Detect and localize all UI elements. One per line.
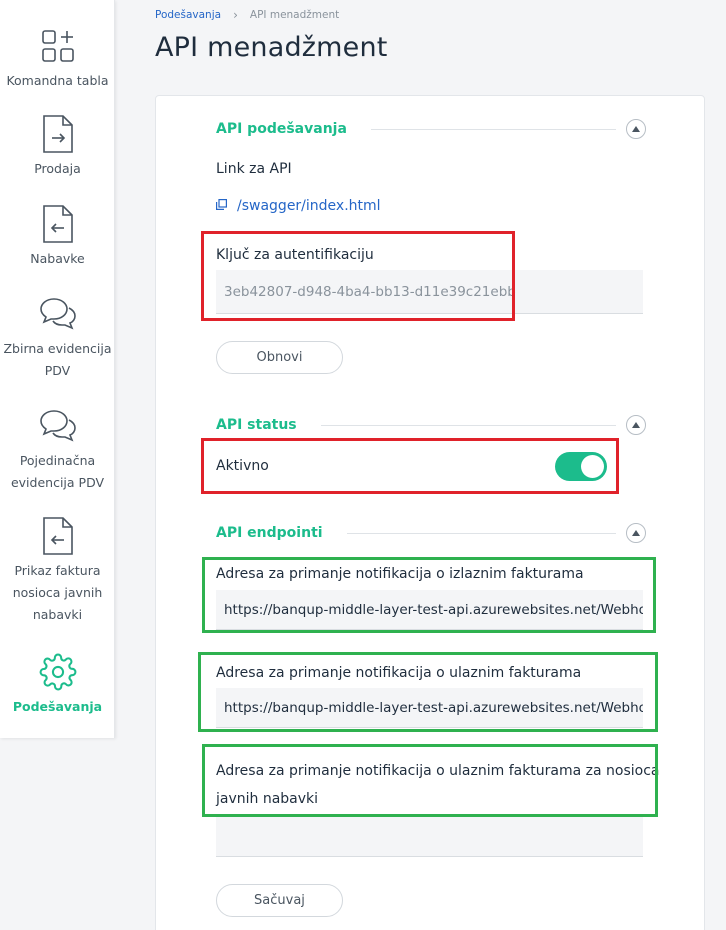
section-api-endpoints: API endpointi: [216, 523, 646, 543]
page-title: API menadžment: [155, 32, 388, 63]
sidebar-item-summary-vat[interactable]: Zbirna evidencija PDV: [0, 294, 115, 382]
collapse-button[interactable]: [626, 523, 646, 543]
divider: [320, 424, 616, 426]
divider: [370, 128, 616, 130]
sidebar-item-purchases[interactable]: Nabavke: [0, 204, 115, 270]
outgoing-invoices-url-field[interactable]: https://banqup-middle-layer-test-api.azu…: [216, 590, 643, 630]
api-link-label: Link za API: [216, 161, 292, 177]
incoming-invoices-url-field[interactable]: https://banqup-middle-layer-test-api.azu…: [216, 688, 643, 728]
collapse-button[interactable]: [626, 119, 646, 139]
breadcrumb-current: API menadžment: [249, 9, 340, 21]
renew-key-button[interactable]: Obnovi: [216, 341, 343, 374]
sidebar-item-label: Prikaz faktura nosioca javnih nabavki: [12, 563, 103, 622]
breadcrumb: Podešavanja › API menadžment: [155, 8, 339, 22]
chevron-up-icon: [632, 422, 640, 428]
save-button[interactable]: Sačuvaj: [216, 884, 343, 917]
toggle-knob: [581, 455, 604, 478]
document-arrow-right-icon: [38, 114, 78, 154]
sidebar-item-sales[interactable]: Prodaja: [0, 114, 115, 180]
sidebar-item-label: Komandna tabla: [6, 73, 109, 88]
sidebar-item-individual-vat[interactable]: Pojedinačna evidencija PDV: [0, 406, 115, 494]
collapse-button[interactable]: [626, 415, 646, 435]
sidebar-item-dashboard[interactable]: Komandna tabla: [0, 26, 115, 92]
divider: [346, 532, 616, 534]
auth-key-label: Ključ za autentifikaciju: [216, 247, 374, 263]
chat-bubbles-icon: [38, 294, 78, 334]
public-procurement-label-line1: Adresa za primanje notifikacija o ulazni…: [216, 763, 660, 779]
outgoing-invoices-label: Adresa za primanje notifikacija o izlazn…: [216, 566, 584, 582]
api-link[interactable]: /swagger/index.html: [237, 198, 381, 214]
section-title: API status: [216, 417, 297, 433]
public-procurement-label-line2: javnih nabavki: [216, 791, 319, 807]
auth-key-field[interactable]: 3eb42807-d948-4ba4-bb13-d11e39c21ebb: [216, 270, 643, 314]
api-link-row: /swagger/index.html: [216, 198, 381, 214]
sidebar-item-label: Zbirna evidencija PDV: [3, 341, 112, 378]
section-api-settings: API podešavanja: [216, 119, 646, 139]
sidebar-item-label: Prodaja: [34, 161, 81, 176]
document-arrow-left-icon: [38, 516, 78, 556]
api-active-toggle[interactable]: [555, 452, 607, 481]
sidebar-item-label: Nabavke: [30, 251, 85, 266]
chevron-right-icon: ›: [233, 8, 238, 22]
active-label: Aktivno: [216, 458, 269, 474]
copy-icon[interactable]: [216, 198, 228, 214]
breadcrumb-link-settings[interactable]: Podešavanja: [155, 9, 221, 21]
sidebar-item-settings[interactable]: Podešavanja: [0, 652, 115, 718]
dashboard-icon: [38, 26, 78, 66]
chevron-up-icon: [632, 126, 640, 132]
gear-icon: [38, 652, 78, 692]
sidebar: Komandna tabla Prodaja Nabavke Zbirna ev…: [0, 0, 115, 738]
sidebar-item-public-procurement-invoices[interactable]: Prikaz faktura nosioca javnih nabavki: [0, 516, 115, 626]
document-arrow-left-icon: [38, 204, 78, 244]
section-api-status: API status: [216, 415, 646, 435]
chat-bubbles-icon: [38, 406, 78, 446]
section-title: API endpointi: [216, 525, 323, 541]
incoming-invoices-label: Adresa za primanje notifikacija o ulazni…: [216, 665, 582, 681]
public-procurement-url-field[interactable]: [216, 815, 643, 857]
sidebar-item-label: Podešavanja: [12, 699, 103, 714]
chevron-up-icon: [632, 530, 640, 536]
sidebar-item-label: Pojedinačna evidencija PDV: [10, 453, 105, 490]
section-title: API podešavanja: [216, 121, 347, 137]
